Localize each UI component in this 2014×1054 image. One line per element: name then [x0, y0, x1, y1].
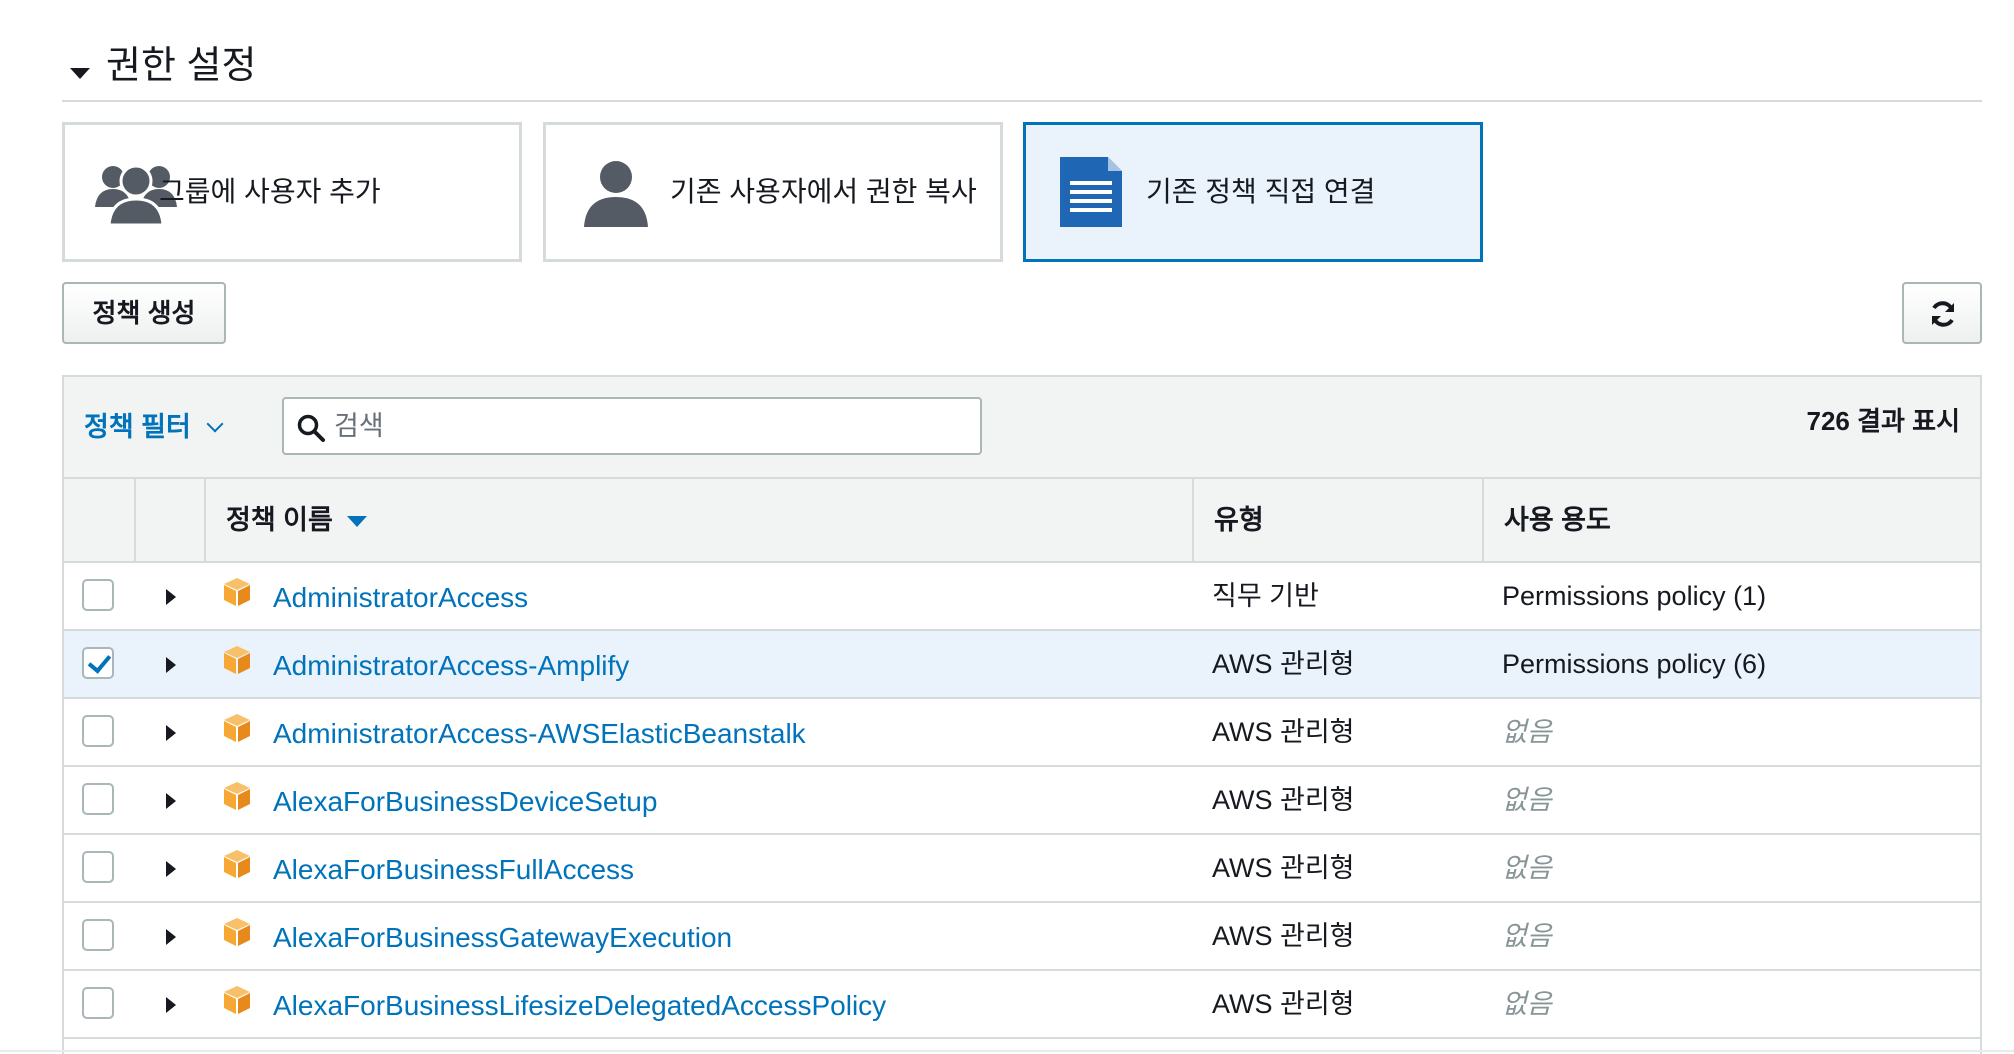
- row-checkbox[interactable]: [82, 579, 114, 611]
- search-box[interactable]: [282, 397, 982, 455]
- section-header[interactable]: 권한 설정: [62, 40, 1982, 102]
- policy-type: AWS 관리형: [1212, 921, 1355, 951]
- row-checkbox[interactable]: [82, 783, 114, 815]
- sort-down-icon: [346, 516, 367, 527]
- header-policy-name[interactable]: 정책 이름: [204, 479, 1192, 561]
- policy-box-icon: [224, 714, 250, 742]
- policy-type: AWS 관리형: [1212, 649, 1355, 679]
- policy-filter-label: 정책 필터: [84, 412, 191, 442]
- header-type[interactable]: 유형: [1192, 479, 1482, 561]
- policy-usage: 없음: [1502, 853, 1552, 883]
- caret-down-icon[interactable]: [70, 68, 90, 79]
- table-row[interactable]: AlexaForBusinessFullAccess AWS 관리형 없음: [64, 835, 1980, 903]
- row-checkbox[interactable]: [82, 919, 114, 951]
- table-row[interactable]: AlexaForBusinessLifesizeDelegatedAccessP…: [64, 971, 1980, 1039]
- section-title: 권한 설정: [106, 45, 257, 87]
- policy-filter-dropdown[interactable]: 정책 필터: [84, 407, 224, 447]
- policy-type: AWS 관리형: [1212, 785, 1355, 815]
- policy-box-icon: [224, 782, 250, 810]
- row-checkbox[interactable]: [82, 851, 114, 883]
- tile-add-to-group[interactable]: 그룹에 사용자 추가: [62, 122, 522, 262]
- policy-usage: Permissions policy (1): [1502, 581, 1767, 611]
- policy-type: AWS 관리형: [1212, 853, 1355, 883]
- tile-label: 기존 정책 직접 연결: [1146, 176, 1376, 207]
- divider: [0, 1050, 2014, 1052]
- policy-name-link[interactable]: AdministratorAccess-Amplify: [273, 631, 629, 701]
- row-checkbox[interactable]: [82, 715, 114, 747]
- table-header: 정책 이름 유형 사용 용도: [64, 479, 1980, 563]
- expand-caret-icon[interactable]: [166, 929, 176, 945]
- document-icon: [1060, 157, 1122, 227]
- chevron-down-icon: [206, 415, 224, 433]
- header-select-col: [64, 479, 134, 561]
- create-policy-button[interactable]: 정책 생성: [62, 282, 226, 344]
- policy-box-icon: [224, 850, 250, 878]
- policy-usage: 없음: [1502, 921, 1552, 951]
- policy-type: AWS 관리형: [1212, 717, 1355, 747]
- policy-usage: 없음: [1502, 785, 1552, 815]
- user-icon: [584, 161, 648, 227]
- refresh-button[interactable]: [1902, 282, 1982, 344]
- result-count: 726 결과 표시: [1806, 406, 1960, 436]
- search-input[interactable]: [334, 405, 964, 447]
- policy-type: 직무 기반: [1212, 581, 1319, 611]
- policy-box-icon: [224, 918, 250, 946]
- policy-usage: Permissions policy (6): [1502, 649, 1767, 679]
- row-checkbox[interactable]: [82, 987, 114, 1019]
- policy-name-link[interactable]: AdministratorAccess: [273, 563, 528, 633]
- tile-copy-permissions[interactable]: 기존 사용자에서 권한 복사: [543, 122, 1003, 262]
- expand-caret-icon[interactable]: [166, 793, 176, 809]
- policy-type: AWS 관리형: [1212, 989, 1355, 1019]
- table-row[interactable]: AlexaForBusinessGatewayExecution AWS 관리형 없…: [64, 903, 1980, 971]
- table-body: AdministratorAccess 직무 기반 Permissions poli…: [64, 563, 1980, 1039]
- policy-table: 정책 필터 726 결과 표시 정책 이름 유형 사용 용도 Administr…: [62, 375, 1982, 1054]
- policy-name-link[interactable]: AdministratorAccess-AWSElasticBeanstalk: [273, 699, 806, 769]
- table-row[interactable]: AdministratorAccess-AWSElasticBeanstalk A…: [64, 699, 1980, 767]
- policy-name-link[interactable]: AlexaForBusinessGatewayExecution: [273, 903, 732, 973]
- expand-caret-icon[interactable]: [166, 657, 176, 673]
- policy-name-link[interactable]: AlexaForBusinessDeviceSetup: [273, 767, 657, 837]
- policy-box-icon: [224, 646, 250, 674]
- header-expand-col: [134, 479, 204, 561]
- table-row[interactable]: AdministratorAccess 직무 기반 Permissions poli…: [64, 563, 1980, 631]
- table-row[interactable]: AdministratorAccess-Amplify AWS 관리형 Permis…: [64, 631, 1980, 699]
- row-checkbox[interactable]: [82, 647, 114, 679]
- tile-label: 기존 사용자에서 권한 복사: [670, 176, 977, 207]
- expand-caret-icon[interactable]: [166, 589, 176, 605]
- policy-usage: 없음: [1502, 717, 1552, 747]
- tile-attach-policies[interactable]: 기존 정책 직접 연결: [1023, 122, 1483, 262]
- header-policy-name-label: 정책 이름: [226, 505, 333, 535]
- expand-caret-icon[interactable]: [166, 997, 176, 1013]
- tile-label: 그룹에 사용자 추가: [159, 176, 381, 207]
- policy-name-link[interactable]: AlexaForBusinessFullAccess: [273, 835, 634, 905]
- search-icon: [297, 414, 325, 442]
- table-row[interactable]: AlexaForBusinessDeviceSetup AWS 관리형 없음: [64, 767, 1980, 835]
- header-usage[interactable]: 사용 용도: [1482, 479, 1980, 561]
- policy-name-link[interactable]: AlexaForBusinessLifesizeDelegatedAccessP…: [273, 971, 886, 1041]
- policy-usage: 없음: [1502, 989, 1552, 1019]
- refresh-icon: [1932, 301, 1954, 327]
- expand-caret-icon[interactable]: [166, 725, 176, 741]
- policy-box-icon: [224, 578, 250, 606]
- policy-box-icon: [224, 986, 250, 1014]
- table-toolbar: 정책 필터 726 결과 표시: [64, 377, 1980, 479]
- expand-caret-icon[interactable]: [166, 861, 176, 877]
